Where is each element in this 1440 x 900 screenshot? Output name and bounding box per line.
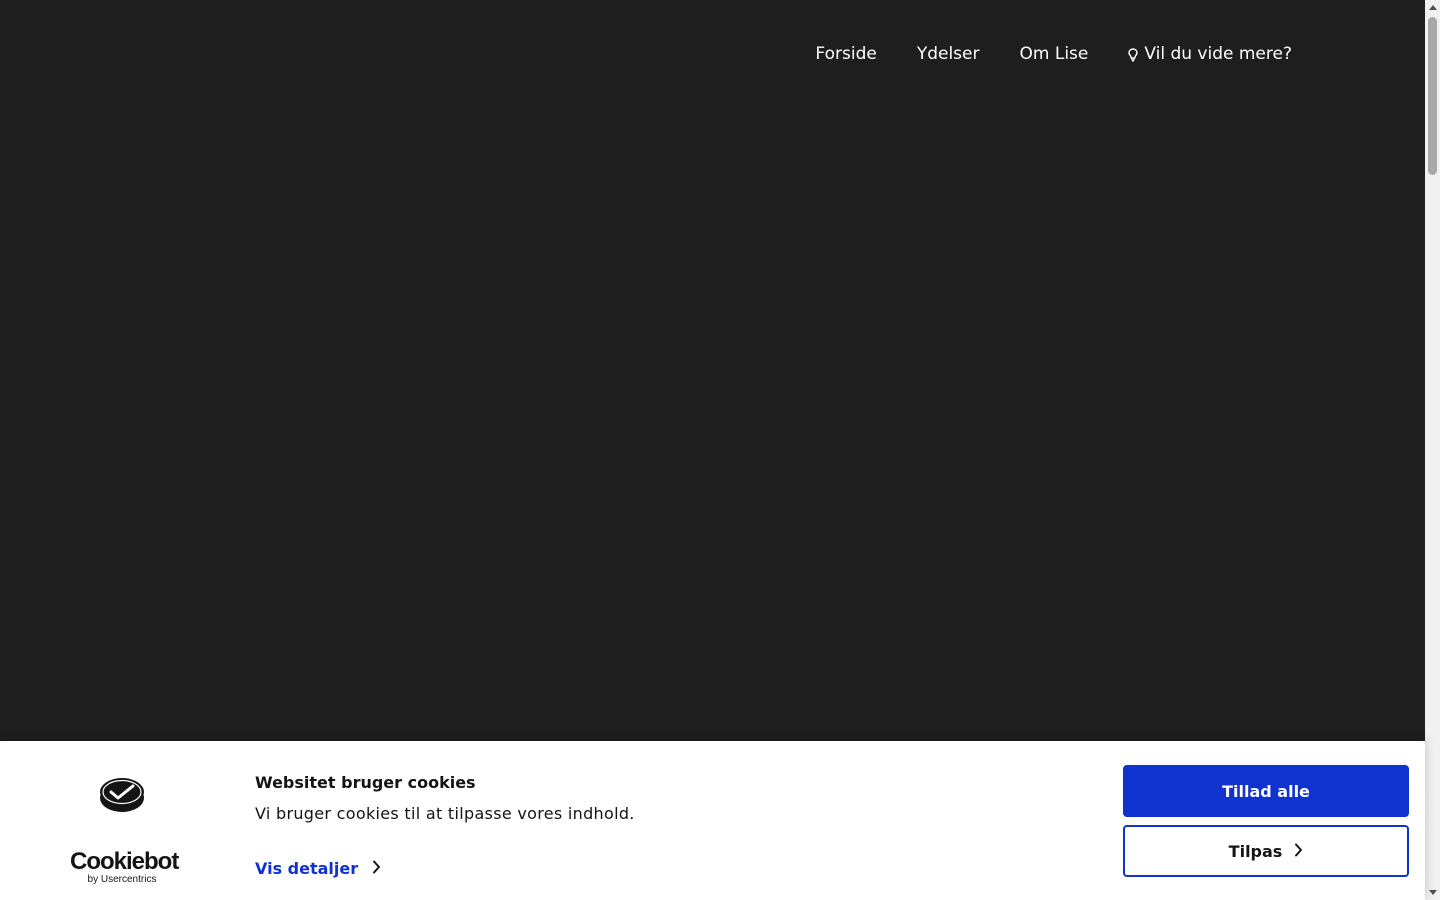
- scroll-down-arrow-icon[interactable]: [1425, 885, 1440, 900]
- cookie-banner-title: Websitet bruger cookies: [255, 773, 476, 792]
- cookiebot-wordmark: Cookiebot: [70, 848, 179, 875]
- lightbulb-icon: [1128, 47, 1139, 62]
- cookiebot-mark-icon: [99, 776, 145, 818]
- cookiebot-logo: Cookiebot by Usercentrics: [70, 776, 179, 888]
- nav-item-ydelser[interactable]: Ydelser: [917, 44, 980, 64]
- chevron-right-icon: [372, 859, 381, 878]
- cookie-banner-text: Vi bruger cookies til at tilpasse vores …: [255, 804, 635, 823]
- chevron-right-icon: [1294, 842, 1303, 861]
- main-navigation: Forside Ydelser Om Lise Vil du vide mere…: [815, 44, 1292, 64]
- nav-item-om-lise[interactable]: Om Lise: [1020, 44, 1089, 64]
- show-details-link[interactable]: Vis detaljer: [255, 859, 381, 878]
- allow-all-button[interactable]: Tillad alle: [1123, 765, 1409, 817]
- vertical-scrollbar[interactable]: [1425, 0, 1440, 900]
- scroll-up-arrow-icon[interactable]: [1425, 0, 1440, 15]
- cookiebot-subtitle: by Usercentrics: [87, 874, 157, 885]
- nav-item-vil-du-vide-mere[interactable]: Vil du vide mere?: [1128, 44, 1292, 64]
- scrollbar-thumb[interactable]: [1428, 17, 1437, 175]
- customize-button[interactable]: Tilpas: [1123, 825, 1409, 877]
- nav-item-forside[interactable]: Forside: [815, 44, 876, 64]
